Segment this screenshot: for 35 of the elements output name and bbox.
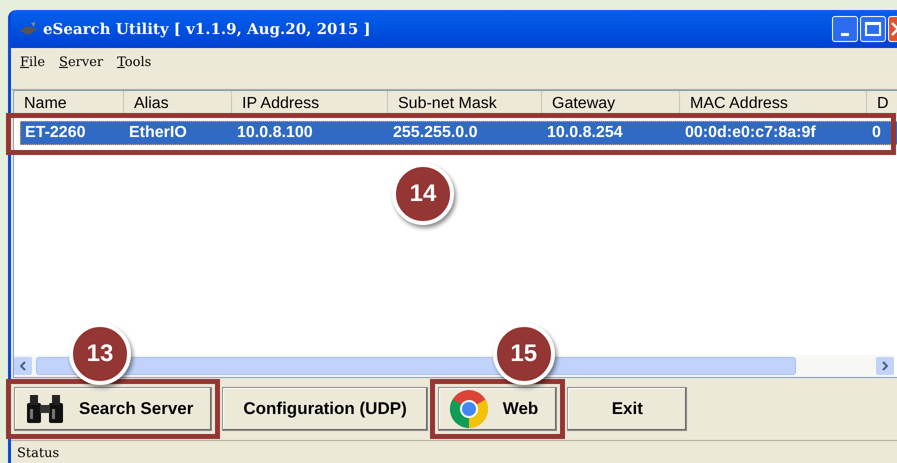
toolbar-button[interactable]: Web (438, 387, 558, 431)
scroll-left-button[interactable] (14, 357, 32, 375)
column-header[interactable]: Alias (124, 91, 232, 117)
status-text: Status (17, 446, 60, 461)
toolbar-button[interactable]: Search Server (14, 387, 212, 431)
column-header[interactable]: Sub-net Mask (388, 91, 542, 117)
chevron-right-icon (882, 361, 888, 371)
maximize-button[interactable] (860, 16, 886, 42)
table-row[interactable]: ET-2260 EtherIO 10.0.8.100 255.255.0.0 10.0.8.254 00:0d:e0:c7:8a:9f 0 (20, 121, 897, 145)
table-cell-text: 10.0.8.100 (236, 123, 314, 143)
table-cell-text: 10.0.8.254 (546, 123, 624, 143)
app-icon (17, 21, 39, 37)
column-header[interactable]: D (867, 91, 897, 117)
table-cell-text: ET-2260 (24, 123, 86, 143)
menu-item[interactable]: File (20, 53, 46, 73)
table-cell-text: 255.255.0.0 (392, 123, 479, 143)
column-header[interactable]: IP Address (232, 91, 388, 117)
table-cell-text: EtherIO (128, 123, 188, 143)
binoculars-icon (25, 393, 65, 425)
table-cell-text: 0 (871, 123, 882, 143)
toolbar-button[interactable]: Exit (567, 387, 688, 431)
menu-item[interactable]: Tools (117, 53, 152, 73)
minimize-icon (841, 33, 849, 36)
toolbar-button[interactable]: Configuration (UDP) (222, 387, 428, 431)
chevron-left-icon (20, 361, 26, 371)
column-header[interactable]: Name (14, 91, 124, 117)
column-header[interactable]: Gateway (542, 91, 680, 117)
browser-logo-icon (448, 389, 489, 429)
minimize-button[interactable] (832, 16, 858, 42)
table-cell-text: 00:0d:e0:c7:8a:9f (684, 123, 817, 143)
maximize-icon (865, 22, 881, 36)
menu-item[interactable]: Server (59, 53, 104, 73)
window-title: eSearch Utility [ v1.1.9, Aug.20, 2015 ] (43, 18, 371, 40)
column-header[interactable]: MAC Address (680, 91, 867, 117)
scroll-right-button[interactable] (876, 357, 894, 375)
